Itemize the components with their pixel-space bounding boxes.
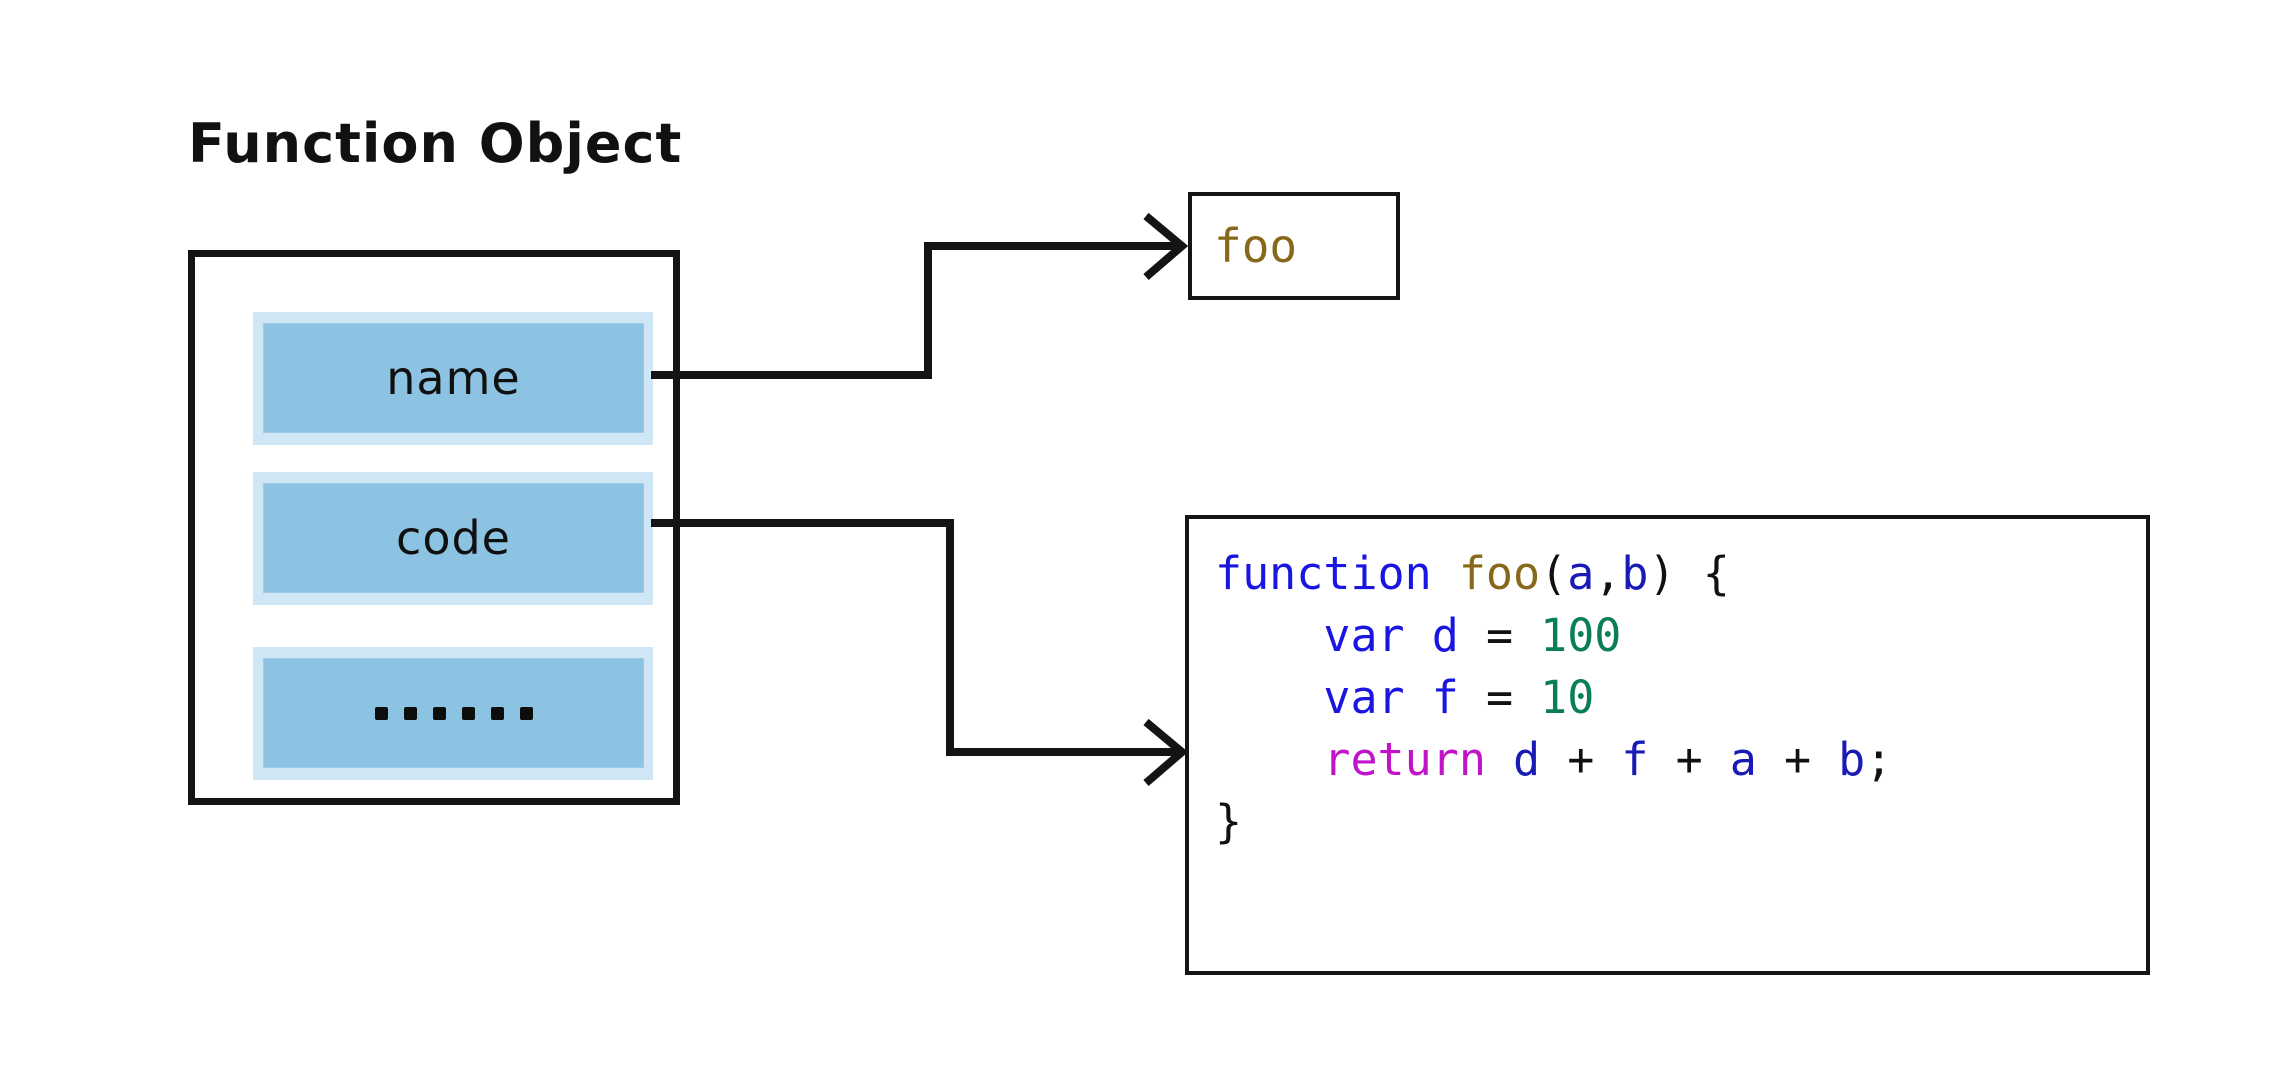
ellipsis-dots-icon [374, 706, 533, 720]
code-token-operator: + [1675, 733, 1703, 787]
code-token-indent [1215, 609, 1323, 662]
code-token-punctuation: { [1702, 547, 1730, 600]
code-token-identifier: b [1621, 547, 1649, 600]
slot-code: code [253, 472, 653, 605]
code-token-keyword: var [1323, 671, 1405, 725]
code-token-function-name: foo [1458, 547, 1541, 600]
slot-ellipsis [253, 647, 653, 780]
slot-code-label: code [396, 511, 511, 565]
code-token-identifier: d [1431, 609, 1459, 663]
code-token-number: 100 [1540, 609, 1622, 663]
code-source: function foo(a,b) { var d = 100 var f = … [1215, 543, 2146, 853]
code-token-identifier: b [1838, 733, 1866, 787]
slot-name: name [253, 312, 653, 445]
code-token-punctuation: ) [1648, 547, 1676, 600]
code-token-operator: + [1567, 733, 1595, 787]
connector-code-to-code-box [651, 519, 1189, 787]
code-token-indent [1215, 733, 1323, 786]
connector-name-to-foo [651, 212, 1189, 379]
code-token-identifier: f [1621, 733, 1649, 787]
slot-ellipsis-fill [263, 658, 644, 768]
code-token-keyword-return: return [1323, 733, 1486, 787]
code-token-keyword: function [1215, 547, 1432, 600]
code-token-operator: = [1485, 609, 1514, 663]
code-token-operator: + [1783, 733, 1812, 787]
code-token-operator: = [1485, 671, 1514, 725]
slot-code-fill: code [263, 483, 644, 593]
code-token-keyword: var [1323, 609, 1405, 663]
code-token-punctuation: ; [1865, 733, 1893, 787]
ellipsis-dot [519, 706, 533, 720]
code-line: var f = 10 [1215, 667, 2146, 729]
code-line: function foo(a,b) { [1215, 543, 2146, 605]
code-token-identifier: d [1513, 733, 1541, 787]
code-token-identifier: a [1729, 733, 1757, 787]
diagram-canvas: Function Object name code foo function f… [0, 0, 2284, 1073]
function-object-box: name code [188, 250, 680, 805]
code-line: } [1215, 791, 2146, 853]
code-token-identifier: f [1431, 671, 1459, 725]
ellipsis-dot [490, 706, 504, 720]
slot-name-fill: name [263, 323, 644, 433]
code-token-indent [1215, 671, 1323, 724]
code-token-punctuation: , [1594, 547, 1622, 600]
page-title: Function Object [188, 112, 683, 175]
code-token-number: 10 [1540, 671, 1595, 725]
code-line: var d = 100 [1215, 605, 2146, 667]
code-line: return d + f + a + b; [1215, 729, 2146, 791]
ellipsis-dot [432, 706, 446, 720]
slot-name-label: name [386, 351, 521, 405]
ellipsis-dot [461, 706, 475, 720]
ellipsis-dot [403, 706, 417, 720]
code-token-punctuation: } [1215, 795, 1243, 849]
code-token-identifier: a [1567, 547, 1595, 600]
name-value-text: foo [1214, 219, 1298, 273]
name-value-box: foo [1188, 192, 1400, 300]
code-value-box: function foo(a,b) { var d = 100 var f = … [1185, 515, 2150, 975]
ellipsis-dot [374, 706, 388, 720]
code-token-punctuation: ( [1540, 547, 1568, 600]
